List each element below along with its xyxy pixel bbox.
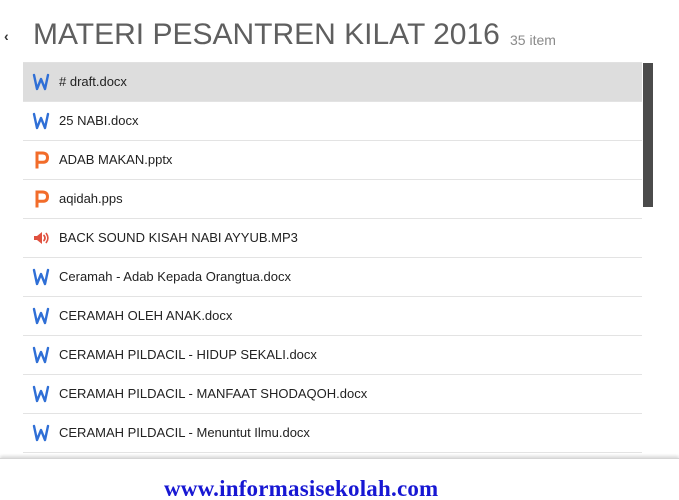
file-name: aqidah.pps [59,191,123,206]
file-row[interactable]: BACK SOUND KISAH NABI AYYUB.MP3 [23,219,642,258]
file-name: BACK SOUND KISAH NABI AYYUB.MP3 [59,230,298,245]
folder-header: ‹ MATERI PESANTREN KILAT 2016 35 item [0,0,679,62]
file-row[interactable]: ADAB MAKAN.pptx [23,141,642,180]
file-list: # draft.docx 25 NABI.docx ADAB MAKAN.ppt… [23,62,642,453]
file-name: ADAB MAKAN.pptx [59,152,173,167]
word-icon [32,424,50,442]
file-name: CERAMAH OLEH ANAK.docx [59,308,233,323]
file-name: CERAMAH PILDACIL - MANFAAT SHODAQOH.docx [59,386,368,401]
word-icon [32,385,50,403]
file-name: 25 NABI.docx [59,113,139,128]
watermark-text: www.informasisekolah.com [164,476,439,500]
item-count: 35 item [510,32,556,48]
file-row[interactable]: CERAMAH OLEH ANAK.docx [23,297,642,336]
file-name: # draft.docx [59,74,127,89]
word-icon [32,346,50,364]
file-row[interactable]: CERAMAH PILDACIL - HIDUP SEKALI.docx [23,336,642,375]
page-title: MATERI PESANTREN KILAT 2016 [33,18,500,51]
back-button[interactable]: ‹ [4,27,16,45]
word-icon [32,307,50,325]
audio-icon [34,232,49,244]
file-row[interactable]: CERAMAH PILDACIL - Menuntut Ilmu.docx [23,414,642,453]
powerpoint-icon [35,151,49,169]
word-icon [32,112,50,130]
file-name: Ceramah - Adab Kepada Orangtua.docx [59,269,291,284]
word-icon [32,73,50,91]
file-folder-view: ‹ MATERI PESANTREN KILAT 2016 35 item # … [0,0,679,500]
file-row[interactable]: # draft.docx [23,63,642,102]
file-name: CERAMAH PILDACIL - Menuntut Ilmu.docx [59,425,310,440]
vertical-scrollbar-thumb[interactable] [643,63,653,207]
file-row[interactable]: aqidah.pps [23,180,642,219]
file-row[interactable]: Ceramah - Adab Kepada Orangtua.docx [23,258,642,297]
file-name: CERAMAH PILDACIL - HIDUP SEKALI.docx [59,347,317,362]
file-row[interactable]: 25 NABI.docx [23,102,642,141]
file-row[interactable]: CERAMAH PILDACIL - MANFAAT SHODAQOH.docx [23,375,642,414]
powerpoint-icon [35,190,49,208]
word-icon [32,268,50,286]
